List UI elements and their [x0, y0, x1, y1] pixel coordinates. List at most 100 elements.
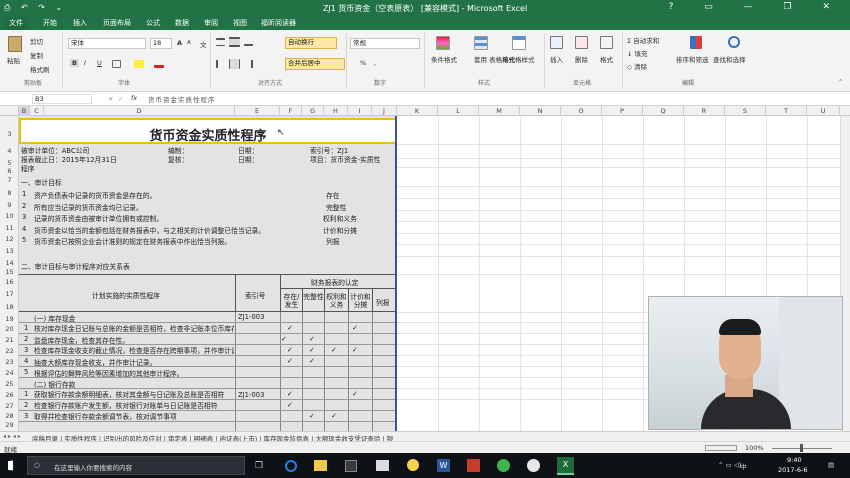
align-center-icon[interactable] — [229, 59, 240, 69]
align-top-icon[interactable] — [216, 38, 225, 46]
table-row[interactable]: 获取银行存款余额明细表，核对其金额与日记账及总账是否相符 — [34, 389, 234, 399]
zoom-level[interactable]: 100% — [745, 444, 764, 452]
fx-icon[interactable]: fx — [131, 94, 137, 102]
wrap-text-button[interactable]: 自动换行 — [285, 37, 337, 49]
col-header[interactable]: S — [725, 106, 766, 116]
collapse-ribbon-icon[interactable]: ⌃ — [838, 78, 843, 86]
col-header[interactable]: I — [348, 106, 372, 116]
insert-cells-button[interactable]: 插入 — [550, 54, 563, 64]
tab-review[interactable]: 审阅 — [199, 17, 223, 30]
row-header[interactable]: 28 — [0, 412, 19, 420]
edge-browser-icon[interactable] — [285, 460, 297, 472]
col-header[interactable]: H — [324, 106, 348, 116]
row-header[interactable]: 4 — [0, 147, 19, 155]
col-header[interactable]: Q — [643, 106, 684, 116]
sheet-nav-icon[interactable]: ◂ ▸ ◂ ▸ — [3, 433, 21, 440]
row-header[interactable]: 9 — [0, 201, 19, 209]
table-row[interactable]: (二) 银行存款 — [34, 379, 75, 389]
font-size-select[interactable]: 18 — [150, 38, 172, 49]
row-header[interactable]: 12 — [0, 235, 19, 243]
row-header[interactable]: 29 — [0, 421, 19, 429]
row-header[interactable]: 18 — [0, 303, 19, 311]
row-header[interactable]: 23 — [0, 358, 19, 366]
col-header[interactable]: D — [44, 106, 235, 116]
tab-data[interactable]: 数据 — [170, 17, 194, 30]
table-row[interactable]: 取得并检查银行存款余额调节表，核对调节事项 — [34, 411, 234, 421]
format-as-table-icon[interactable] — [474, 36, 488, 50]
window-controls[interactable]: ? ▭ — ❐ ✕ — [669, 2, 844, 12]
underline-button[interactable]: U — [97, 59, 102, 67]
align-bottom-icon[interactable] — [244, 38, 253, 46]
table-row[interactable]: (一) 库存现金 — [34, 313, 75, 323]
row-header[interactable]: 15 — [0, 268, 19, 276]
row-header[interactable]: 16 — [0, 278, 19, 286]
notification-icon[interactable]: ▤ — [828, 461, 834, 469]
clock-time[interactable]: 9:40 — [787, 456, 802, 464]
row-header[interactable]: 19 — [0, 315, 19, 323]
row-header[interactable]: 3 — [0, 130, 19, 138]
app-icon[interactable] — [527, 459, 540, 472]
mail-icon[interactable] — [376, 460, 389, 471]
enter-formula-icon[interactable]: ✓ — [118, 95, 123, 103]
paste-button[interactable]: 粘贴 — [7, 55, 20, 65]
bold-button[interactable]: B — [70, 59, 79, 67]
row-header[interactable]: 25 — [0, 380, 19, 388]
store-icon[interactable] — [345, 460, 357, 472]
row-header[interactable]: 10 — [0, 212, 19, 220]
col-header[interactable]: C — [30, 106, 44, 116]
task-view-icon[interactable]: ❐ — [255, 461, 263, 471]
col-header[interactable]: M — [479, 106, 520, 116]
clock-date[interactable]: 2017-6-6 — [778, 466, 808, 474]
title-cell[interactable]: 货币资金实质性程序 — [19, 118, 395, 144]
excel-icon[interactable]: X — [557, 457, 574, 475]
table-row[interactable]: 监盘库存现金，检查其存在性。 — [34, 335, 129, 345]
clear-button[interactable]: ◇ 清除 — [627, 61, 647, 71]
col-header[interactable]: J — [372, 106, 397, 116]
cell-styles-button[interactable]: 单元格样式 — [502, 54, 535, 64]
row-header[interactable]: 17 — [0, 290, 19, 298]
italic-button[interactable]: I — [84, 59, 86, 67]
paste-icon[interactable] — [8, 36, 22, 52]
delete-cells-icon[interactable] — [575, 36, 588, 49]
border-icon[interactable] — [112, 60, 121, 68]
table-row[interactable]: 检查库存现金收支的截止情况，检查是否存在跨期事项，并作审计调 — [34, 345, 234, 355]
row-header[interactable]: 5 — [0, 159, 19, 167]
copy-button[interactable]: 复制 — [30, 50, 43, 60]
col-header[interactable]: E — [235, 106, 280, 116]
phonetic-button[interactable]: 文 — [200, 39, 207, 49]
table-row[interactable]: 核对库存现金日记账与总账的金额是否相符，检查非记账本位币库存 — [34, 323, 234, 333]
app-icon[interactable] — [497, 459, 510, 472]
align-middle-icon[interactable] — [229, 37, 240, 47]
format-cells-icon[interactable] — [600, 36, 613, 49]
table-row[interactable]: 检查银行存款账户发生额，核对银行对账单与日记账是否相符 — [34, 400, 234, 410]
zoom-slider-thumb[interactable] — [800, 444, 803, 452]
cell-styles-icon[interactable] — [512, 36, 526, 50]
app-icon[interactable] — [407, 459, 419, 471]
find-select-icon[interactable] — [728, 36, 740, 48]
table-row[interactable]: 抽查大额库存现金收支，并作审计记录。 — [34, 357, 156, 367]
col-header[interactable]: G — [302, 106, 324, 116]
col-header[interactable]: K — [397, 106, 438, 116]
row-header[interactable]: 20 — [0, 325, 19, 333]
merge-center-button[interactable]: 合并后居中 — [285, 58, 345, 70]
insert-cells-icon[interactable] — [550, 36, 563, 49]
col-header[interactable]: O — [561, 106, 602, 116]
delete-cells-button[interactable]: 删除 — [575, 54, 588, 64]
align-right-icon[interactable] — [244, 60, 253, 68]
tab-view[interactable]: 视图 — [228, 17, 252, 30]
align-left-icon[interactable] — [216, 60, 225, 68]
number-format-select[interactable]: 常规 — [350, 38, 420, 49]
font-name-select[interactable]: 宋体 — [68, 38, 146, 49]
find-select-button[interactable]: 查找和选择 — [713, 54, 746, 64]
row-header[interactable]: 22 — [0, 347, 19, 355]
row-header[interactable]: 14 — [0, 259, 19, 267]
col-header[interactable]: T — [766, 106, 807, 116]
formula-input[interactable]: 货币资金实质性程序 — [148, 94, 216, 104]
tab-file[interactable]: 文件 — [4, 17, 28, 30]
windows-start-icon[interactable] — [8, 460, 14, 471]
select-all-corner[interactable] — [0, 106, 19, 116]
tab-formulas[interactable]: 公式 — [141, 17, 165, 30]
tab-foxit-reader[interactable]: 福昕阅读器 — [256, 17, 301, 30]
row-header[interactable]: 26 — [0, 391, 19, 399]
system-tray-icons[interactable]: ⌃ ▭ ◁) — [718, 461, 741, 469]
